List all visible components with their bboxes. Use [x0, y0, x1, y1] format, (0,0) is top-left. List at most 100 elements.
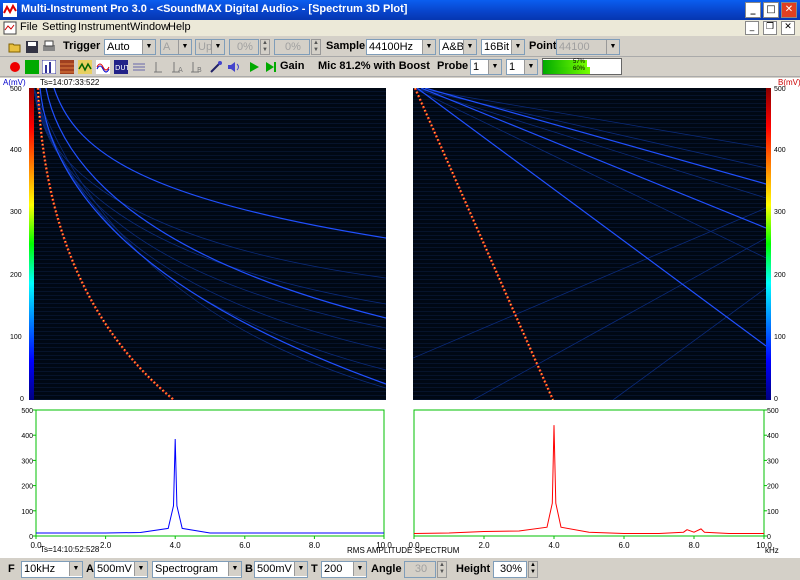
- left-spectrogram: [34, 88, 386, 400]
- angle-field[interactable]: 30: [404, 561, 436, 578]
- trigger-delay-field[interactable]: 0%: [274, 39, 310, 55]
- dut-icon[interactable]: DUT: [114, 60, 128, 74]
- y-tick-label: 400: [21, 433, 33, 440]
- point-select[interactable]: 44100 ▼: [556, 39, 620, 55]
- left-timestamp-bottom: Ts=14:10:52:528: [40, 545, 100, 554]
- probe-label: Probe: [437, 60, 469, 72]
- save-icon[interactable]: [25, 40, 39, 54]
- svg-text:B: B: [197, 66, 202, 74]
- spectrum-3d-icon[interactable]: [60, 60, 74, 74]
- svg-text:A: A: [178, 66, 183, 74]
- f-label: F: [8, 563, 15, 575]
- mic-status-text: Mic 81.2% with Boost: [318, 60, 430, 72]
- oscilloscope-icon[interactable]: [25, 60, 39, 74]
- angle-label: Angle: [371, 563, 402, 575]
- record-icon[interactable]: [8, 60, 22, 74]
- trigger-slope-select[interactable]: Up ▼: [195, 39, 225, 55]
- frequency-range-select[interactable]: 10kHz ▼: [21, 561, 83, 578]
- cursor-a-icon[interactable]: A: [171, 60, 185, 74]
- x-tick-label: 6.0: [239, 541, 251, 550]
- level-meter-a-text: 57%: [573, 59, 586, 65]
- cursor-b-icon[interactable]: B: [190, 60, 204, 74]
- app-icon: [3, 3, 17, 17]
- close-button[interactable]: ✕: [781, 2, 797, 18]
- right-spectrum-chart: 50040030020010000.0 2.0 4.0 6.0 8.0 10.0: [408, 408, 779, 550]
- trigger-delay-spinner[interactable]: ▲ ▼: [311, 39, 321, 55]
- x-tick-label: 2.0: [100, 541, 112, 550]
- y-tick-label: 100: [21, 509, 33, 516]
- mdi-restore-button[interactable]: ❐: [763, 21, 777, 35]
- play-icon[interactable]: [247, 60, 261, 74]
- trigger-level-field[interactable]: 0%: [229, 39, 259, 55]
- height-spinner[interactable]: ▲ ▼: [528, 561, 538, 578]
- left-timestamp-top: Ts=14:07:33:522: [40, 78, 100, 87]
- b-label: B: [245, 563, 253, 575]
- display-mode-select[interactable]: Spectrogram ▼: [152, 561, 242, 578]
- mdi-close-button[interactable]: ✕: [781, 21, 795, 35]
- speaker-icon[interactable]: [227, 60, 241, 74]
- right-color-scale: [766, 88, 771, 400]
- x-unit-label: kHz: [765, 546, 779, 555]
- plot-area: [413, 409, 765, 537]
- cursor-icon[interactable]: [153, 60, 167, 74]
- y-tick-label: 200: [767, 484, 779, 491]
- menu-help[interactable]: Help: [168, 21, 191, 33]
- menu-window[interactable]: Window: [130, 21, 169, 33]
- a-label: A: [86, 563, 94, 575]
- toolbar-acquisition: Trigger Auto ▼ A ▼ Up ▼ 0% ▲ ▼ 0% ▲ ▼ Sample …: [0, 37, 800, 57]
- menu-setting[interactable]: Setting: [42, 21, 76, 33]
- signal-generator-icon[interactable]: [78, 60, 92, 74]
- left-y-tick: 300: [10, 209, 22, 216]
- trigger-mode-select[interactable]: Auto ▼: [104, 39, 156, 55]
- right-y-tick: 200: [774, 272, 786, 279]
- right-y-tick: 400: [774, 147, 786, 154]
- print-icon[interactable]: [42, 40, 56, 54]
- right-y-tick: 300: [774, 209, 786, 216]
- angle-spinner[interactable]: ▲ ▼: [437, 561, 447, 578]
- left-spectrum-chart: 50040030020010000.0 2.0 4.0 6.0 8.0 10.0: [21, 408, 392, 550]
- probe-b-select[interactable]: 1 ▼: [506, 59, 538, 75]
- gain-label[interactable]: Gain: [280, 60, 304, 72]
- mdi-minimize-button[interactable]: _: [745, 21, 759, 35]
- a-range-select[interactable]: 500mV ▼: [94, 561, 148, 578]
- x-tick-label: 8.0: [688, 541, 700, 550]
- y-tick-label: 300: [767, 458, 779, 465]
- trigger-level-spinner[interactable]: ▲ ▼: [260, 39, 270, 55]
- point-label: Point: [529, 40, 557, 52]
- t-select[interactable]: 200 ▼: [321, 561, 367, 578]
- y-tick-label: 400: [767, 433, 779, 440]
- level-meter: 57% 60%: [542, 58, 622, 75]
- b-range-select[interactable]: 500mV ▼: [254, 561, 308, 578]
- menu-file[interactable]: File: [20, 21, 38, 33]
- x-tick-label: 4.0: [170, 541, 182, 550]
- y-tick-label: 200: [21, 484, 33, 491]
- spectrum-analyzer-icon[interactable]: [42, 60, 56, 74]
- left-y-axis: 500 400 300 200 100 0: [10, 86, 28, 406]
- y-tick-label: 500: [21, 408, 33, 415]
- right-y-tick: 500: [774, 86, 786, 93]
- x-tick-label: 8.0: [309, 541, 321, 550]
- menu-instrument[interactable]: Instrument: [78, 21, 130, 33]
- right-spectrogram: [413, 88, 766, 400]
- document-icon: [3, 21, 17, 35]
- waveform-icon[interactable]: [96, 60, 110, 74]
- bit-depth-select[interactable]: 16Bit ▼: [481, 39, 525, 55]
- probe-icon[interactable]: [209, 60, 223, 74]
- step-icon[interactable]: [264, 60, 278, 74]
- sample-rate-select[interactable]: 44100Hz ▼: [366, 39, 436, 55]
- open-icon[interactable]: [8, 40, 22, 54]
- left-y-tick: 400: [10, 147, 22, 154]
- probe-a-select[interactable]: 1 ▼: [470, 59, 502, 75]
- height-label: Height: [456, 563, 491, 575]
- lines-icon[interactable]: [132, 60, 146, 74]
- minimize-button[interactable]: _: [745, 2, 761, 18]
- bottom-toolbar: F 10kHz ▼ A 500mV ▼ Spectrogram ▼ B 500mV ▼ …: [0, 557, 800, 580]
- x-tick-label: 4.0: [548, 541, 560, 550]
- height-field[interactable]: 30%: [493, 561, 527, 578]
- sample-label: Sample: [326, 40, 366, 52]
- maximize-button[interactable]: □: [763, 2, 779, 18]
- trigger-channel-select[interactable]: A ▼: [160, 39, 192, 55]
- t-label: T: [311, 563, 318, 575]
- channel-select[interactable]: A&B ▼: [439, 39, 477, 55]
- right-y-tick: 0: [774, 396, 778, 403]
